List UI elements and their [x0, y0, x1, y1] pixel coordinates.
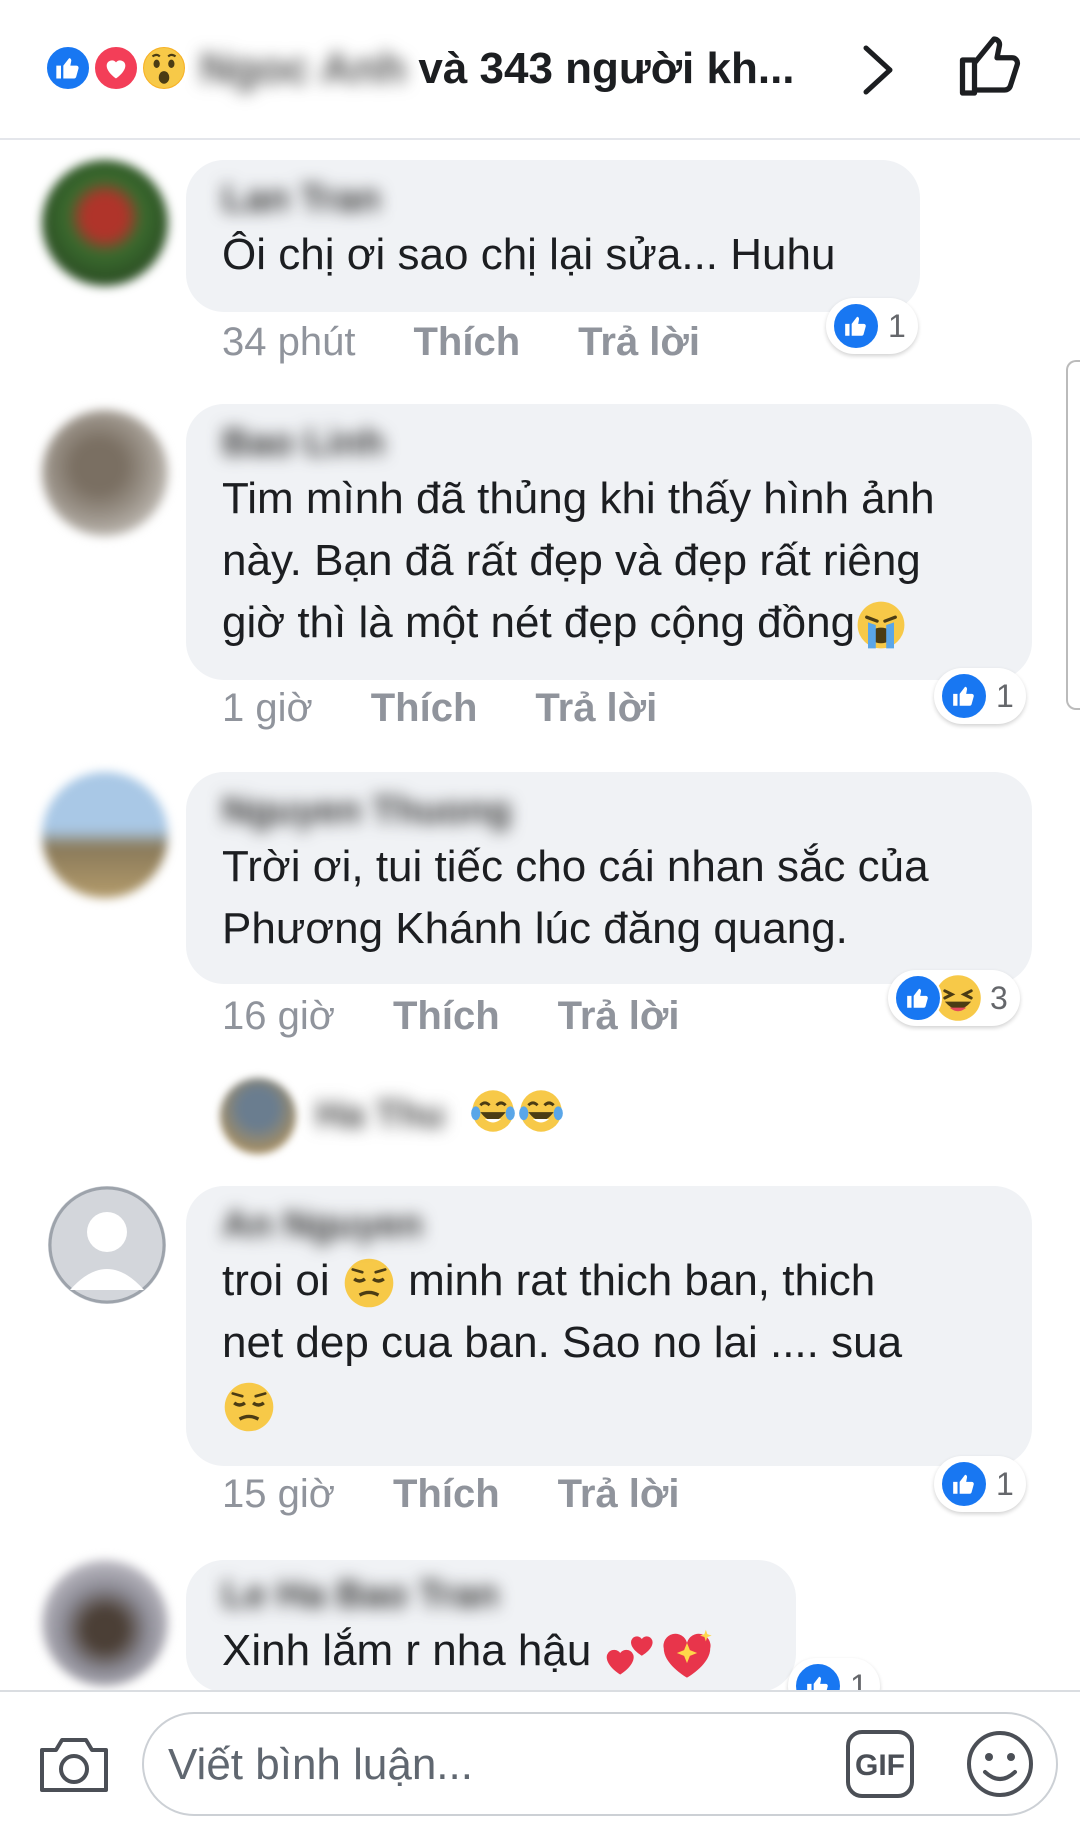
like-icon — [940, 672, 988, 720]
like-icon — [894, 974, 942, 1022]
reactors-summary[interactable]: Ngoc Anh và 343 người kh... — [200, 44, 795, 94]
reaction-count: 1 — [996, 677, 1014, 714]
comment-meta: 34 phút Thích Trả lời — [222, 320, 700, 365]
like-link[interactable]: Thích — [393, 994, 500, 1039]
two-hearts-emoji — [606, 1636, 653, 1675]
like-link[interactable]: Thích — [413, 320, 520, 365]
reactors-count-text: và 343 người kh... — [418, 44, 795, 93]
reply-link[interactable]: Trả lời — [535, 686, 657, 731]
comment-bubble[interactable]: Le Ha Bao Tran Xinh lắm r nha hậu — [186, 1560, 796, 1692]
comment-text: Trời ơi, tui tiếc cho cái nhan sắc của P… — [222, 842, 929, 953]
comment-meta: 1 giờ Thích Trả lời — [222, 686, 657, 731]
reaction-badge[interactable]: 1 — [934, 668, 1026, 724]
comment-time[interactable]: 34 phút — [222, 320, 355, 365]
tears-of-joy-emoji — [518, 1088, 564, 1134]
default-avatar-icon — [48, 1186, 166, 1304]
reactor-names: Ngoc Anh — [200, 44, 407, 93]
reaction-count: 3 — [990, 979, 1008, 1016]
smiley-icon[interactable] — [964, 1728, 1036, 1800]
reply-author[interactable]: Ha Thu — [316, 1094, 445, 1137]
comment-text: troi oi minh rat thich ban, thich net de… — [222, 1250, 996, 1436]
reaction-badge[interactable]: 3 — [888, 970, 1020, 1026]
comment-author[interactable]: An Nguyen — [222, 1200, 996, 1250]
avatar[interactable] — [42, 410, 168, 536]
reactions-header[interactable]: Ngoc Anh và 343 người kh... — [0, 0, 1080, 140]
avatar[interactable] — [42, 1560, 168, 1686]
comment-bubble[interactable]: Bao Linh Tim mình đã thủng khi thấy hình… — [186, 404, 1032, 680]
comment-bubble[interactable]: Nguyen Thuong Trời ơi, tui tiếc cho cái … — [186, 772, 1032, 984]
comment-text: Xinh lắm r nha hậu — [222, 1620, 760, 1682]
comment-author[interactable]: Le Ha Bao Tran — [222, 1570, 760, 1620]
comment-author[interactable]: Nguyen Thuong — [222, 786, 996, 836]
avatar[interactable] — [48, 1186, 166, 1304]
like-link[interactable]: Thích — [371, 686, 478, 731]
comment-time[interactable]: 1 giờ — [222, 686, 313, 731]
scroll-indicator[interactable] — [1066, 360, 1080, 710]
comment-meta: 16 giờ Thích Trả lời — [222, 994, 679, 1039]
comment-bubble[interactable]: Lan Tran Ôi chị ơi sao chị lại sửa... Hu… — [186, 160, 920, 312]
pensive-face-emoji — [222, 1380, 276, 1434]
pensive-face-emoji — [342, 1256, 396, 1310]
wow-icon — [140, 44, 188, 92]
comment-placeholder: Viết bình luận... — [168, 1740, 473, 1789]
comment-text: Tim mình đã thủng khi thấy hình ảnh này.… — [222, 468, 996, 654]
comment-author[interactable]: Lan Tran — [222, 174, 884, 224]
comment-time[interactable]: 16 giờ — [222, 994, 335, 1039]
comment-bubble[interactable]: An Nguyen troi oi minh rat thich ban, th… — [186, 1186, 1032, 1466]
camera-icon[interactable] — [36, 1732, 112, 1798]
avatar[interactable] — [42, 160, 168, 286]
comment-meta: 15 giờ Thích Trả lời — [222, 1472, 679, 1517]
like-icon — [940, 1460, 988, 1508]
love-icon — [92, 44, 140, 92]
comment-input[interactable]: Viết bình luận... GIF — [142, 1712, 1058, 1816]
reply-link[interactable]: Trả lời — [558, 994, 680, 1039]
avatar — [220, 1078, 296, 1154]
reaction-badge[interactable]: 1 — [826, 298, 918, 354]
reply-link[interactable]: Trả lời — [558, 1472, 680, 1517]
reaction-count: 1 — [996, 1465, 1014, 1502]
reaction-count: 1 — [888, 307, 906, 344]
like-link[interactable]: Thích — [393, 1472, 500, 1517]
reply-emojis — [470, 1088, 564, 1134]
comment-author[interactable]: Bao Linh — [222, 418, 996, 468]
thumbs-up-outline-icon[interactable] — [955, 30, 1027, 102]
gif-button[interactable]: GIF — [844, 1728, 916, 1800]
comment-time[interactable]: 15 giờ — [222, 1472, 335, 1517]
tears-of-joy-emoji — [470, 1088, 516, 1134]
crying-face-emoji — [855, 599, 907, 651]
chevron-right-icon[interactable] — [858, 40, 898, 100]
reaction-badge[interactable]: 1 — [934, 1456, 1026, 1512]
reply-link[interactable]: Trả lời — [578, 320, 700, 365]
avatar[interactable] — [42, 772, 168, 898]
sparkling-heart-emoji — [663, 1630, 712, 1679]
comment-composer: Viết bình luận... GIF — [0, 1690, 1080, 1830]
like-icon — [832, 302, 880, 350]
comment-text: Ôi chị ơi sao chị lại sửa... Huhu — [222, 230, 836, 279]
gif-label: GIF — [855, 1749, 905, 1782]
like-icon — [44, 44, 92, 92]
